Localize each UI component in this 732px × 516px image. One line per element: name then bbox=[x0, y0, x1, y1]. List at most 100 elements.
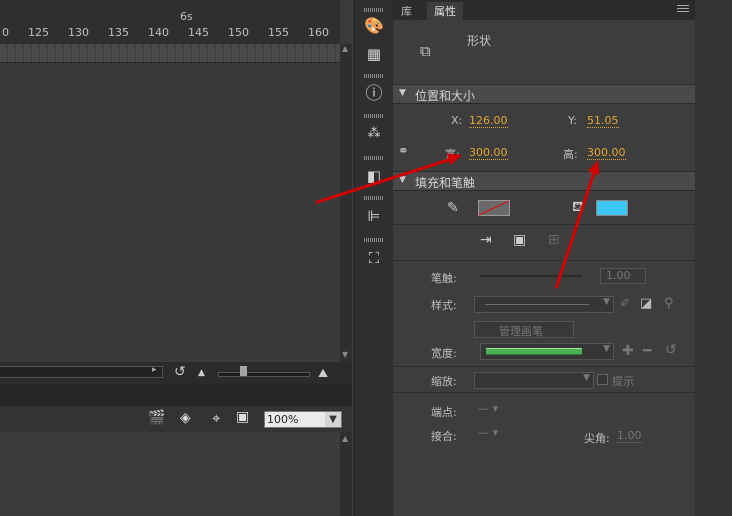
clapperboard-icon[interactable]: 🎬 bbox=[148, 410, 165, 426]
clip-content-icon[interactable]: ▣ bbox=[236, 409, 249, 425]
object-type-label: 形状 bbox=[467, 34, 492, 48]
ruler-label: 155 bbox=[268, 26, 289, 39]
stroke-slider[interactable] bbox=[480, 275, 582, 277]
link-icon[interactable]: ⚭ bbox=[398, 144, 409, 159]
info-icon[interactable]: ⓘ bbox=[364, 84, 384, 104]
y-value[interactable]: 51.05 bbox=[587, 114, 619, 128]
scroll-up-icon[interactable]: ▲ bbox=[342, 434, 348, 443]
object-drawing-icon[interactable]: ▣ bbox=[513, 232, 526, 248]
stage-vertical-scrollbar[interactable]: ▲ bbox=[340, 432, 352, 516]
grip-handle[interactable] bbox=[364, 114, 384, 118]
grip-handle[interactable] bbox=[364, 74, 384, 78]
hint-checkbox[interactable] bbox=[597, 374, 608, 385]
edit-symbols-icon[interactable]: ◈ bbox=[180, 410, 191, 426]
join-label: 接合: bbox=[431, 430, 457, 443]
transform-icon[interactable]: ⛶ bbox=[364, 248, 384, 268]
chevron-down-icon: ▼ bbox=[603, 297, 610, 307]
miter-label: 尖角: bbox=[584, 432, 610, 445]
stroke-value: 1.00 bbox=[606, 269, 631, 282]
height-value[interactable]: 300.00 bbox=[587, 146, 626, 160]
divider bbox=[393, 366, 695, 367]
pencil-icon: ✎ bbox=[447, 200, 459, 216]
zoom-value: 100% bbox=[267, 413, 299, 426]
stroke-input[interactable]: 1.00 bbox=[600, 268, 646, 284]
miter-value[interactable]: 1.00 bbox=[617, 429, 642, 443]
timeline-zoom-slider[interactable] bbox=[218, 372, 310, 377]
frame-row[interactable] bbox=[0, 44, 340, 63]
stroke-label: 笔触: bbox=[431, 272, 457, 285]
join-dropdown[interactable]: — ▾ bbox=[478, 426, 498, 439]
fill-color-swatch[interactable] bbox=[596, 200, 628, 216]
center-stage-icon[interactable]: ⌖ bbox=[212, 409, 220, 427]
zoom-select[interactable]: 100% ▼ bbox=[264, 411, 342, 428]
timeline-ruler[interactable]: 6s 0 125 130 135 140 145 150 155 160 bbox=[0, 0, 340, 45]
ruler-label: 130 bbox=[68, 26, 89, 39]
x-value[interactable]: 126.00 bbox=[469, 114, 508, 128]
tab-properties[interactable]: 属性 bbox=[434, 3, 456, 19]
panel-edge bbox=[695, 0, 732, 516]
slider-handle[interactable] bbox=[240, 366, 247, 376]
scale-label: 缩放: bbox=[431, 375, 457, 388]
panel-divider bbox=[0, 384, 352, 406]
cap-label: 端点: bbox=[431, 406, 457, 419]
divider bbox=[393, 260, 695, 261]
scroll-right-icon[interactable]: ▸ bbox=[152, 365, 157, 375]
cap-dropdown[interactable]: — ▾ bbox=[478, 402, 498, 415]
ruler-label: 140 bbox=[148, 26, 169, 39]
chevron-down-icon: ▼ bbox=[603, 344, 610, 354]
width-value[interactable]: 300.00 bbox=[469, 146, 508, 160]
chevron-down-icon: ▼ bbox=[583, 373, 590, 383]
scale-dropdown[interactable]: ▼ bbox=[474, 372, 594, 389]
ruler-label: 150 bbox=[228, 26, 249, 39]
shape-type-icon: ⧉ bbox=[420, 42, 431, 60]
style-dropdown[interactable]: ▼ bbox=[474, 296, 614, 313]
divider bbox=[393, 392, 695, 393]
stroke-color-swatch[interactable] bbox=[478, 200, 510, 216]
edit-stroke-style-icon[interactable]: ✐ bbox=[620, 296, 630, 310]
section-title: 位置和大小 bbox=[415, 89, 476, 103]
ruler-label: 160 bbox=[308, 26, 329, 39]
chevron-down-icon[interactable]: ▼ bbox=[325, 412, 341, 427]
timeline-horizontal-scrollbar[interactable]: ▸ bbox=[0, 365, 163, 378]
ruler-label: 125 bbox=[28, 26, 49, 39]
pin-icon[interactable]: ⚲ bbox=[664, 296, 674, 311]
zoom-in-timeline-icon[interactable]: ⛰ bbox=[318, 366, 328, 381]
add-icon[interactable]: ✚ bbox=[622, 343, 634, 359]
motion-presets-icon[interactable]: ⁂ bbox=[364, 124, 384, 144]
scroll-up-icon[interactable]: ▲ bbox=[342, 44, 348, 53]
zoom-out-timeline-icon[interactable]: ▲ bbox=[198, 368, 205, 378]
ruler-label: 145 bbox=[188, 26, 209, 39]
color-palette-icon[interactable]: 🎨 bbox=[364, 16, 384, 36]
reset-icon[interactable]: ↺ bbox=[665, 342, 677, 358]
panel-menu-icon[interactable] bbox=[677, 5, 689, 14]
manage-brushes-button[interactable]: 管理画笔 bbox=[474, 321, 574, 338]
style-label: 样式: bbox=[431, 299, 457, 312]
hide-object-icon[interactable]: ⇥ bbox=[480, 232, 492, 248]
remove-icon[interactable]: ━ bbox=[643, 343, 651, 359]
scroll-down-icon[interactable]: ▼ bbox=[342, 350, 348, 359]
manage-brushes-label: 管理画笔 bbox=[499, 325, 543, 338]
ruler-label: 0 bbox=[2, 26, 9, 39]
loop-icon[interactable]: ↺ bbox=[174, 364, 186, 380]
height-label: 高: bbox=[563, 148, 578, 161]
stage-area[interactable] bbox=[0, 432, 340, 516]
tab-library[interactable]: 库 bbox=[401, 3, 412, 19]
divider bbox=[393, 224, 695, 225]
width-profile-dropdown[interactable]: ▼ bbox=[480, 343, 614, 360]
grip-handle[interactable] bbox=[364, 156, 384, 160]
time-label: 6s bbox=[180, 10, 193, 23]
align-icon[interactable]: ⊫ bbox=[364, 206, 384, 226]
brush-library-icon[interactable]: ◪ bbox=[640, 296, 652, 311]
swatches-grid-icon[interactable]: ▦ bbox=[364, 44, 384, 64]
width-profile-label: 宽度: bbox=[431, 347, 457, 360]
section-title: 填充和笔触 bbox=[415, 176, 476, 190]
grip-handle[interactable] bbox=[364, 238, 384, 242]
grip-handle[interactable] bbox=[364, 196, 384, 200]
timeline-vertical-scrollbar[interactable]: ▲ ▼ bbox=[340, 44, 352, 362]
break-apart-icon[interactable]: ⊞ bbox=[548, 232, 560, 248]
panel-icon-strip: 🎨 ▦ ⓘ ⁂ ◧ ⊫ ⛶ bbox=[354, 0, 394, 516]
position-size-section-header[interactable]: ▼ 位置和大小 bbox=[393, 84, 695, 104]
fill-stroke-section-header[interactable]: ▼ 填充和笔触 bbox=[393, 171, 695, 191]
grip-handle[interactable] bbox=[364, 8, 384, 12]
timeline-layers-area[interactable] bbox=[0, 63, 340, 361]
